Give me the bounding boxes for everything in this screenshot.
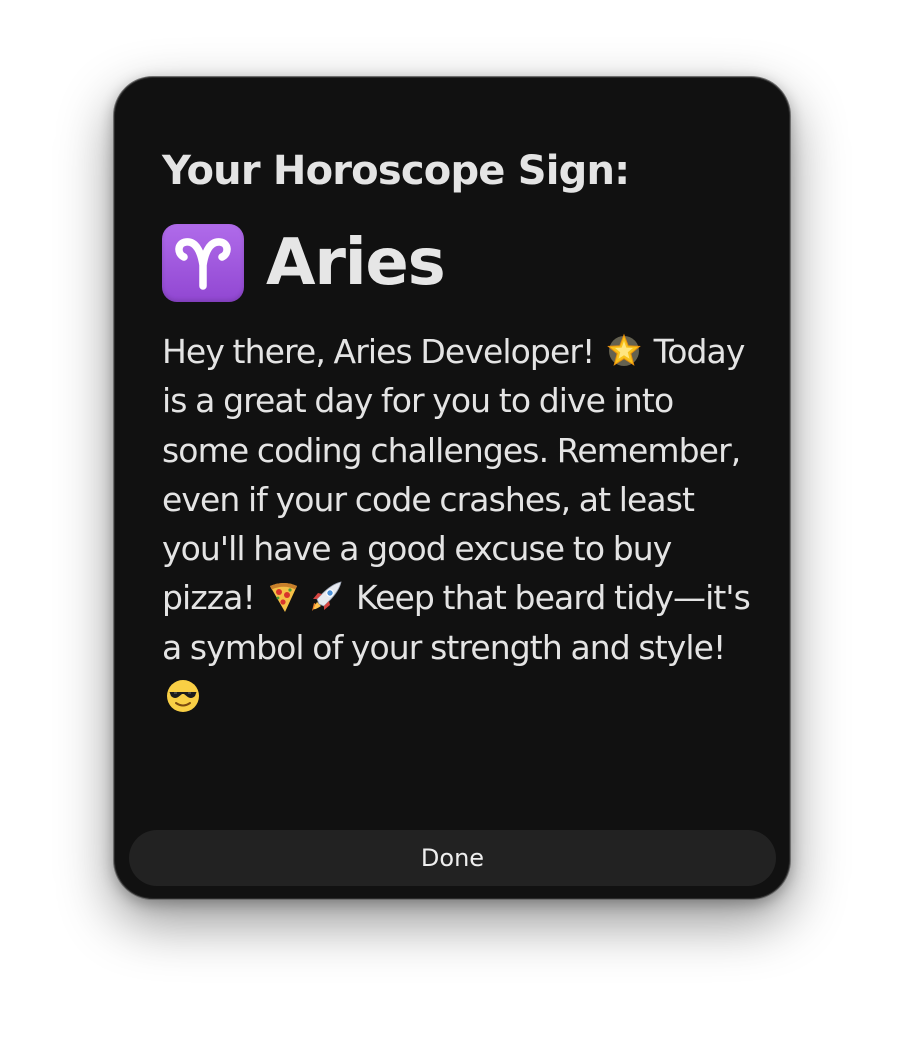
glowing-star-icon	[606, 333, 642, 369]
rocket-icon	[308, 579, 344, 615]
message-line-1: Hey there, Aries Developer!	[162, 332, 595, 371]
sign-name: Aries	[266, 226, 446, 300]
message-line-2: Today is a great day for you to dive int…	[162, 332, 745, 618]
horoscope-dialog: Your Horoscope Sign: Aries Hey there, Ar…	[113, 76, 791, 900]
sign-row: Aries	[162, 223, 446, 303]
dialog-heading: Your Horoscope Sign:	[162, 148, 630, 194]
smiling-face-with-sunglasses-icon	[165, 678, 201, 714]
pizza-icon	[266, 579, 302, 615]
horoscope-message: Hey there, Aries Developer! Today is a g…	[162, 327, 762, 721]
aries-symbol-icon	[162, 224, 244, 302]
done-button[interactable]: Done	[129, 830, 776, 886]
